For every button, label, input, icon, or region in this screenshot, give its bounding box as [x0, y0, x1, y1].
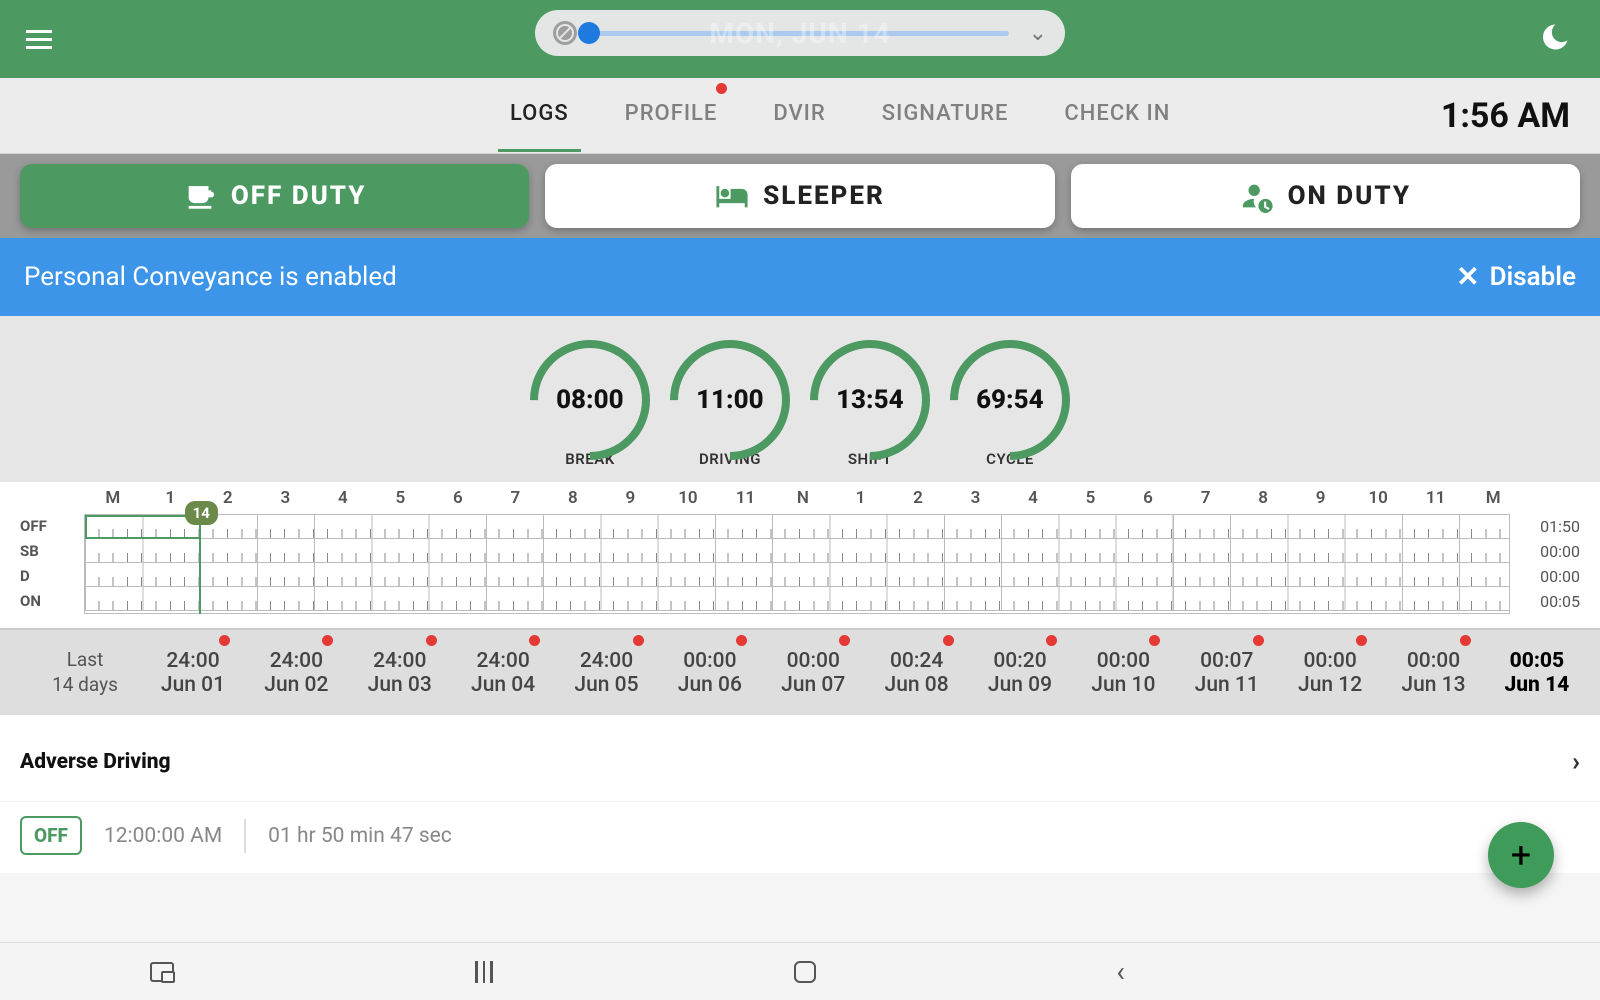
- day-jun-06[interactable]: 00:00Jun 06: [667, 649, 753, 697]
- row-on: ON: [20, 589, 84, 614]
- android-nav: ‹: [0, 942, 1600, 1000]
- off-duty-label: OFF DUTY: [231, 181, 367, 211]
- day-jun-04[interactable]: 24:00Jun 04: [460, 649, 546, 697]
- gauge-cycle: 69:54CYCLE: [946, 340, 1074, 468]
- hos-grid[interactable]: 14: [84, 514, 1510, 614]
- divider: [244, 819, 246, 853]
- strip-lead: Last14 days: [20, 648, 150, 697]
- tab-profile-label: PROFILE: [625, 101, 718, 126]
- home-button[interactable]: [794, 961, 816, 983]
- day-jun-14[interactable]: 00:05Jun 14: [1494, 649, 1580, 697]
- tab-dvir[interactable]: DVIR: [773, 101, 825, 130]
- gauge-driving: 11:00DRIVING: [666, 340, 794, 468]
- slider-track[interactable]: [589, 31, 1009, 36]
- tab-profile[interactable]: PROFILE: [625, 101, 718, 130]
- tab-logs[interactable]: LOGS: [510, 101, 569, 130]
- on-duty-button[interactable]: ON DUTY: [1071, 164, 1580, 228]
- day-jun-02[interactable]: 24:00Jun 02: [253, 649, 339, 697]
- chevron-right-icon: ›: [1572, 747, 1580, 777]
- on-duty-label: ON DUTY: [1288, 181, 1411, 211]
- day-jun-11[interactable]: 00:07Jun 11: [1184, 649, 1270, 697]
- entry-duration: 01 hr 50 min 47 sec: [268, 824, 452, 848]
- recents-button[interactable]: [475, 961, 493, 983]
- person-clock-icon: [1240, 179, 1274, 213]
- menu-button[interactable]: [20, 20, 58, 58]
- chevron-down-icon[interactable]: ⌄: [1029, 21, 1047, 46]
- day-jun-08[interactable]: 00:24Jun 08: [874, 649, 960, 697]
- off-duty-button[interactable]: OFF DUTY: [20, 164, 529, 228]
- sleeper-button[interactable]: SLEEPER: [545, 164, 1054, 228]
- current-time-badge: 14: [185, 501, 218, 525]
- hos-trace: [85, 515, 199, 539]
- day-jun-12[interactable]: 00:00Jun 12: [1287, 649, 1373, 697]
- day-jun-01[interactable]: 24:00Jun 01: [150, 649, 236, 697]
- notification-dot: [716, 83, 727, 94]
- entry-time: 12:00:00 AM: [104, 824, 222, 848]
- gauge-break: 08:00BREAK: [526, 340, 654, 468]
- section-title: Adverse Driving: [20, 750, 171, 774]
- gauge-shift: 13:54SHIFT: [806, 340, 934, 468]
- row-d: D: [20, 564, 84, 589]
- slider-thumb[interactable]: [578, 22, 600, 44]
- hos-trace-drop: [199, 515, 201, 614]
- pc-banner: Personal Conveyance is enabled ✕ Disable: [0, 238, 1600, 316]
- tab-signature[interactable]: SIGNATURE: [882, 101, 1009, 130]
- tab-checkin[interactable]: CHECK IN: [1064, 101, 1170, 130]
- dnd-icon: [553, 21, 577, 45]
- day-jun-10[interactable]: 00:00Jun 10: [1080, 649, 1166, 697]
- coffee-icon: [183, 179, 217, 213]
- disable-label: Disable: [1490, 262, 1576, 292]
- pip-icon[interactable]: [150, 962, 174, 982]
- date-slider[interactable]: ⌄ MON, JUN 14: [535, 10, 1065, 56]
- clock: 1:56 AM: [1441, 96, 1570, 136]
- banner-text: Personal Conveyance is enabled: [24, 262, 397, 292]
- row-sb: SB: [20, 539, 84, 564]
- status-chip: OFF: [20, 816, 82, 855]
- day-jun-07[interactable]: 00:00Jun 07: [770, 649, 856, 697]
- log-entry[interactable]: OFF 12:00:00 AM 01 hr 50 min 47 sec: [0, 801, 1600, 873]
- night-mode-button[interactable]: [1540, 22, 1570, 52]
- day-jun-13[interactable]: 00:00Jun 13: [1391, 649, 1477, 697]
- adverse-driving-row[interactable]: Adverse Driving ›: [0, 723, 1600, 801]
- day-jun-05[interactable]: 24:00Jun 05: [564, 649, 650, 697]
- day-jun-09[interactable]: 00:20Jun 09: [977, 649, 1063, 697]
- sleeper-label: SLEEPER: [763, 181, 885, 211]
- close-icon: ✕: [1456, 263, 1479, 291]
- bed-icon: [715, 179, 749, 213]
- back-button[interactable]: ‹: [1116, 955, 1124, 988]
- disable-button[interactable]: ✕ Disable: [1456, 262, 1576, 292]
- day-jun-03[interactable]: 24:00Jun 03: [357, 649, 443, 697]
- add-button[interactable]: +: [1488, 822, 1554, 888]
- row-off: OFF: [20, 514, 84, 539]
